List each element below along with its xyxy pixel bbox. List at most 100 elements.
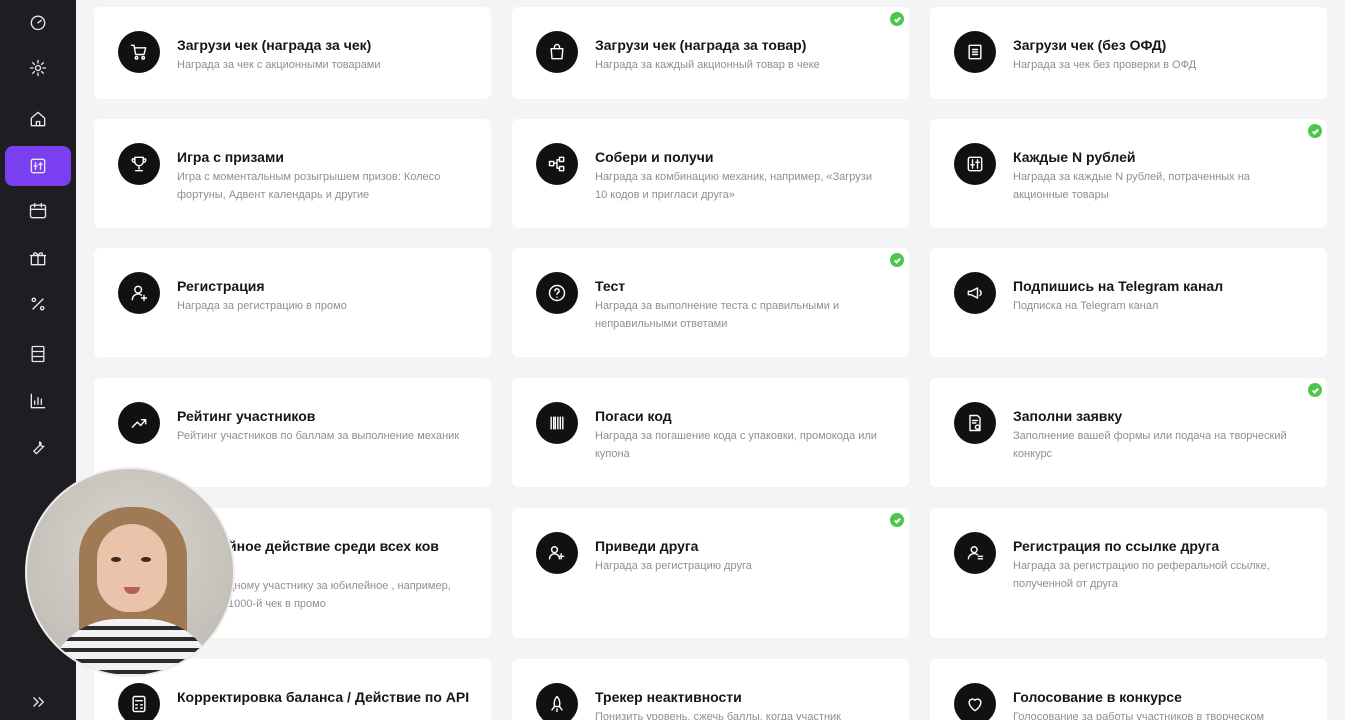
wrench-icon xyxy=(33,441,45,455)
icon-badge xyxy=(954,683,996,720)
card-description: Награда за комбинацию механик, например,… xyxy=(595,171,872,201)
icon-badge xyxy=(118,402,160,444)
list-icon xyxy=(31,345,45,363)
enabled-check-icon xyxy=(1308,383,1322,397)
sidebar-item-mechanics[interactable] xyxy=(5,146,71,186)
sidebar-item-dashboard[interactable] xyxy=(5,2,71,42)
percent-icon xyxy=(31,297,45,311)
card-description: Подписка на Telegram канал xyxy=(1013,300,1159,312)
mechanic-card-referral-registration[interactable]: Регистрация по ссылке друга Награда за р… xyxy=(930,508,1327,638)
icon-badge xyxy=(954,272,996,314)
megaphone-icon xyxy=(967,287,982,299)
card-description: Награда за чек с акционными товарами xyxy=(177,59,381,71)
icon-badge xyxy=(536,532,578,574)
icon-badge xyxy=(536,31,578,73)
rocket-icon xyxy=(551,695,563,713)
icon-badge xyxy=(118,31,160,73)
sidebar-item-calendar[interactable] xyxy=(5,191,71,231)
home-icon xyxy=(30,111,46,127)
mechanic-card-inactivity-tracker[interactable]: Трекер неактивности Понизить уровень, сж… xyxy=(512,659,909,720)
card-description: Голосование за работы участников в творч… xyxy=(1013,711,1265,720)
card-description: Рейтинг участников по баллам за выполнен… xyxy=(177,430,460,442)
mechanic-card-collect[interactable]: Собери и получи Награда за комбинацию ме… xyxy=(512,119,909,228)
card-description: Награда за чек без проверки в ОФД xyxy=(1013,59,1197,71)
card-description: дному участнику за юбилейное , например,… xyxy=(228,580,451,610)
enabled-check-icon xyxy=(890,513,904,527)
enabled-check-icon xyxy=(1308,124,1322,138)
sidebar-item-discounts[interactable] xyxy=(5,284,71,324)
card-title: Тест xyxy=(595,278,626,294)
mechanic-card-every-n-rubles[interactable]: Каждые N рублей Награда за каждые N рубл… xyxy=(930,119,1327,228)
mechanic-card-receipt-product[interactable]: Загрузи чек (награда за товар) Награда з… xyxy=(512,7,909,99)
gift-icon xyxy=(29,252,47,266)
mechanic-card-telegram[interactable]: Подпишись на Telegram канал Подписка на … xyxy=(930,248,1327,357)
form-icon xyxy=(969,414,981,432)
dashboard-icon xyxy=(30,15,46,31)
sidebar-item-settings[interactable] xyxy=(5,48,71,88)
icon-badge xyxy=(954,402,996,444)
card-title: Загрузи чек (награда за товар) xyxy=(595,37,807,53)
icon-badge xyxy=(118,683,160,720)
question-icon xyxy=(548,284,566,302)
card-description: Понизить уровень, сжечь баллы, когда уча… xyxy=(595,711,841,720)
webcam-overlay xyxy=(25,467,235,677)
icon-badge xyxy=(536,143,578,185)
mechanic-card-prize-game[interactable]: Игра с призами Игра с моментальным розыг… xyxy=(94,119,491,228)
trend-icon xyxy=(131,418,147,428)
card-title: йное действие среди всех ков xyxy=(228,538,439,554)
card-title: Погаси код xyxy=(595,408,672,424)
icon-badge xyxy=(954,31,996,73)
mechanic-card-test[interactable]: Тест Награда за выполнение теста с прави… xyxy=(512,248,909,357)
sliders-icon xyxy=(967,156,983,172)
card-title: Регистрация xyxy=(177,278,265,294)
card-description: Награда за каждые N рублей, потраченных … xyxy=(1013,171,1250,201)
card-title: Рейтинг участников xyxy=(177,408,316,424)
cart-icon xyxy=(130,44,147,60)
card-title: Приведи друга xyxy=(595,538,699,554)
flow-icon xyxy=(548,156,565,172)
card-title: Загрузи чек (награда за чек) xyxy=(177,37,372,53)
icon-badge xyxy=(536,272,578,314)
trophy-icon xyxy=(131,156,147,172)
card-title: Голосование в конкурсе xyxy=(1013,689,1182,705)
sidebar-item-home[interactable] xyxy=(5,99,71,139)
chart-icon xyxy=(30,393,46,409)
card-description: Награда за каждый акционный товар в чеке xyxy=(595,59,820,71)
user-plus-icon xyxy=(131,285,148,302)
mechanics-icon xyxy=(30,158,46,174)
mechanic-card-voting[interactable]: Голосование в конкурсе Голосование за ра… xyxy=(930,659,1327,720)
card-title: Регистрация по ссылке друга xyxy=(1013,538,1220,554)
card-description: Награда за погашение кода с упаковки, пр… xyxy=(595,430,877,460)
friends-icon xyxy=(548,546,565,560)
icon-badge xyxy=(954,532,996,574)
card-title: Трекер неактивности xyxy=(595,689,742,705)
mechanic-card-receipt-upload[interactable]: Загрузи чек (награда за чек) Награда за … xyxy=(94,7,491,99)
bag-icon xyxy=(550,43,564,60)
gear-icon xyxy=(29,59,47,77)
card-description: Заполнение вашей формы или подача на тво… xyxy=(1013,430,1287,460)
sidebar-item-gifts[interactable] xyxy=(5,238,71,278)
sidebar-expand-button[interactable] xyxy=(0,684,76,720)
sidebar-item-list[interactable] xyxy=(5,334,71,374)
heart-icon xyxy=(968,698,982,712)
user-link-icon xyxy=(967,546,984,560)
enabled-check-icon xyxy=(890,253,904,267)
mechanic-card-registration[interactable]: Регистрация Награда за регистрацию в про… xyxy=(94,248,491,357)
card-title: Собери и получи xyxy=(595,149,714,165)
card-description: Награда за регистрацию в промо xyxy=(177,300,347,312)
enabled-check-icon xyxy=(890,12,904,26)
calculator-icon xyxy=(132,695,146,713)
card-description: Награда за регистрацию друга xyxy=(595,560,752,572)
card-title: Каждые N рублей xyxy=(1013,149,1136,165)
icon-badge xyxy=(118,143,160,185)
mechanic-card-invite-friend[interactable]: Приведи друга Награда за регистрацию дру… xyxy=(512,508,909,638)
card-title: Заполни заявку xyxy=(1013,408,1123,424)
sidebar-item-tools[interactable] xyxy=(5,427,71,467)
mechanic-card-receipt-no-ofd[interactable]: Загрузи чек (без ОФД) Награда за чек без… xyxy=(930,7,1327,99)
mechanic-card-application[interactable]: Заполни заявку Заполнение вашей формы ил… xyxy=(930,378,1327,487)
card-title: Загрузи чек (без ОФД) xyxy=(1013,37,1167,53)
sidebar-item-analytics[interactable] xyxy=(5,381,71,421)
card-title: Подпишись на Telegram канал xyxy=(1013,278,1224,294)
mechanic-card-redeem-code[interactable]: Погаси код Награда за погашение кода с у… xyxy=(512,378,909,487)
icon-badge xyxy=(536,402,578,444)
